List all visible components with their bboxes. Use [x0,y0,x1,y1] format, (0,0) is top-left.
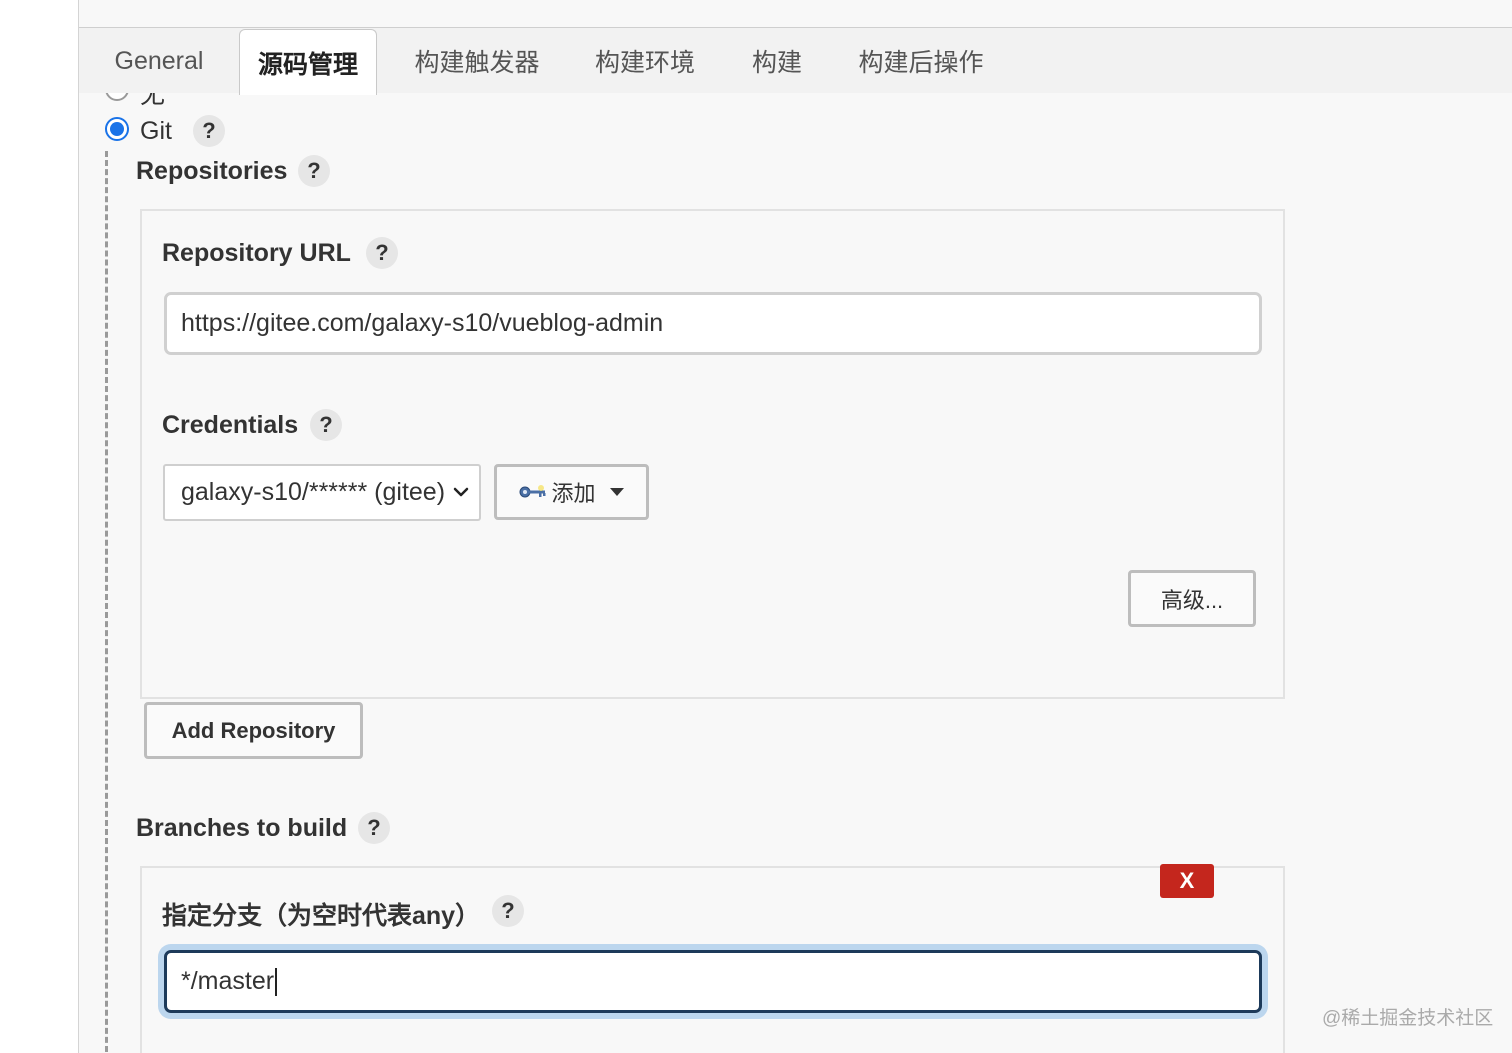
credentials-label: Credentials [162,411,299,439]
add-repository-button[interactable]: Add Repository [144,702,363,759]
top-strip [0,0,1512,24]
scm-section: 无 Git ? Repositories ? Repository URL ? … [80,93,1512,1053]
tab-build[interactable]: 构建 [743,28,811,94]
branches-help-icon[interactable]: ? [358,812,390,844]
key-icon [519,485,546,498]
credentials-select[interactable]: galaxy-s10/****** (gitee) [163,464,481,521]
branch-specifier-label: 指定分支（为空时代表any） [162,902,481,930]
watermark: @稀土掘金技术社区 [1322,1008,1494,1029]
tab-build-triggers[interactable]: 构建触发器 [409,28,545,94]
left-gutter [0,0,79,1053]
tab-post-build-actions[interactable]: 构建后操作 [851,28,991,94]
repositories-title: Repositories [136,157,288,185]
add-credentials-button[interactable]: 添加 [494,464,649,520]
repository-url-help-icon[interactable]: ? [366,237,398,269]
config-tab-bar: General 源码管理 构建触发器 构建环境 构建 构建后操作 [79,27,1512,95]
credentials-help-icon[interactable]: ? [310,409,342,441]
add-credentials-label: 添加 [551,481,596,506]
repository-url-label: Repository URL [162,239,351,267]
caret-down-icon [609,488,624,496]
text-caret [275,967,278,996]
tab-general[interactable]: General [107,28,211,94]
delete-branch-button[interactable]: X [1160,864,1214,898]
radio-git-label: Git [140,117,172,145]
radio-none-label: 无 [140,93,166,109]
repository-url-input[interactable]: https://gitee.com/galaxy-s10/vueblog-adm… [164,292,1262,355]
tab-source-code-management[interactable]: 源码管理 [239,29,377,95]
branch-specifier-help-icon[interactable]: ? [492,895,524,927]
tab-build-environment[interactable]: 构建环境 [587,28,703,94]
git-section-dashed-line [105,151,108,1053]
repository-panel: Repository URL ? https://gitee.com/galax… [140,209,1285,699]
advanced-button[interactable]: 高级... [1128,570,1256,627]
chevron-down-icon [453,487,469,497]
branch-specifier-value: */master [181,967,275,995]
radio-git[interactable] [105,117,129,141]
branches-title: Branches to build [136,814,348,842]
credentials-selected-value: galaxy-s10/****** (gitee) [181,478,446,506]
repository-url-value: https://gitee.com/galaxy-s10/vueblog-adm… [181,309,664,337]
radio-none[interactable] [105,93,129,101]
branch-specifier-input[interactable]: */master [164,950,1262,1013]
repositories-help-icon[interactable]: ? [298,155,330,187]
git-help-icon[interactable]: ? [193,115,225,147]
branch-panel: X 指定分支（为空时代表any） ? */master [140,864,1285,1053]
